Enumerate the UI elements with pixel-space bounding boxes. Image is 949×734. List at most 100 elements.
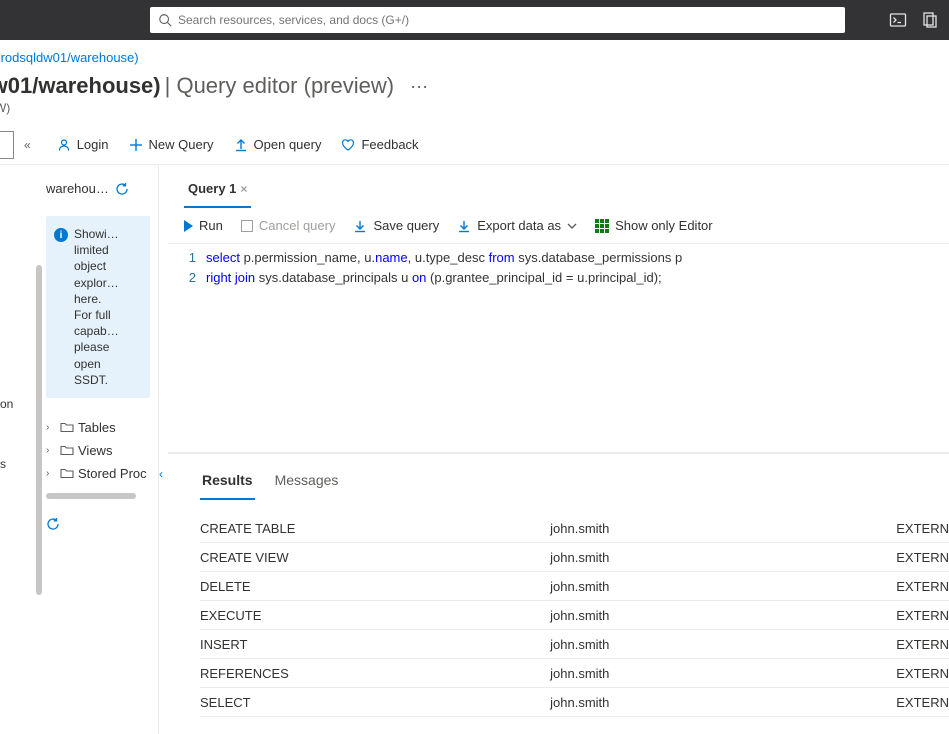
cloud-shell-icon[interactable] — [889, 11, 907, 29]
breadcrumb: house (prodsqldw01/warehouse) — [0, 40, 949, 69]
folder-icon — [60, 444, 74, 456]
cancel-icon — [241, 220, 253, 232]
editor-tabs: Query 1 × — [168, 165, 949, 208]
cell-permission: INSERT — [200, 637, 550, 652]
info-icon: i — [54, 228, 68, 242]
show-only-editor-button[interactable]: Show only Editor — [595, 218, 713, 233]
table-row[interactable]: CREATE TABLE john.smith EXTERN — [200, 514, 949, 543]
left-nav-stub — [0, 131, 14, 159]
cell-user: john.smith — [550, 666, 896, 681]
main-area: on s warehou… i Showi… limited object ex… — [0, 165, 949, 734]
cell-permission: DELETE — [200, 579, 550, 594]
cell-type: EXTERN — [896, 608, 949, 623]
command-bar: « Login New Query Open query — [0, 125, 949, 165]
cell-type: EXTERN — [896, 579, 949, 594]
table-row[interactable]: INSERT john.smith EXTERN — [200, 630, 949, 659]
refresh-bottom[interactable] — [46, 517, 150, 534]
page-title-row: rodsqldw01/warehouse) | Query editor (pr… — [0, 69, 949, 101]
notifications-icon[interactable] — [921, 11, 939, 29]
export-data-button[interactable]: Export data as — [457, 218, 577, 233]
database-name: warehou… — [46, 181, 109, 196]
cancel-label: Cancel query — [259, 218, 336, 233]
save-label: Save query — [373, 218, 439, 233]
chevron-right-icon: › — [46, 445, 56, 456]
new-query-button[interactable]: New Query — [119, 129, 224, 161]
collapse-left-icon[interactable]: « — [24, 138, 31, 152]
results-tabs: Results Messages — [168, 453, 949, 500]
results-grid: CREATE TABLE john.smith EXTERN CREATE VI… — [168, 500, 949, 717]
collapse-sidebar-handle[interactable]: ‹ — [158, 165, 168, 734]
refresh-icon[interactable] — [115, 182, 129, 196]
cell-permission: SELECT — [200, 695, 550, 710]
page-title-suffix: | Query editor (preview) — [165, 73, 394, 99]
info-card: i Showi… limited object explor… here. Fo… — [46, 216, 150, 398]
tab-query1[interactable]: Query 1 × — [184, 175, 251, 208]
cell-user: john.smith — [550, 608, 896, 623]
login-label: Login — [77, 137, 109, 152]
heart-icon — [341, 138, 355, 152]
code-editor[interactable]: 1 2 select p.permission_name, u.name, u.… — [168, 243, 949, 453]
search-icon — [158, 13, 172, 27]
cell-type: EXTERN — [896, 695, 949, 710]
code-content[interactable]: select p.permission_name, u.name, u.type… — [206, 248, 949, 452]
left-nav-text: s — [0, 457, 13, 471]
more-actions-icon[interactable]: ··· — [410, 76, 428, 97]
cell-user: john.smith — [550, 550, 896, 565]
open-query-label: Open query — [254, 137, 322, 152]
cell-type: EXTERN — [896, 637, 949, 652]
tab-results[interactable]: Results — [200, 466, 255, 500]
page-title: rodsqldw01/warehouse) — [0, 73, 161, 99]
chevron-right-icon: › — [46, 422, 56, 433]
tree-stored-procedures[interactable]: › Stored Proc — [46, 462, 150, 485]
download-icon — [457, 219, 471, 233]
login-button[interactable]: Login — [47, 129, 119, 161]
table-row[interactable]: EXECUTE john.smith EXTERN — [200, 601, 949, 630]
search-input[interactable] — [178, 13, 837, 27]
tab-messages[interactable]: Messages — [273, 466, 341, 500]
upload-icon — [234, 138, 248, 152]
table-row[interactable]: SELECT john.smith EXTERN — [200, 688, 949, 717]
cell-user: john.smith — [550, 579, 896, 594]
page-subtitle: y SQL DW) — [0, 101, 949, 125]
cell-type: EXTERN — [896, 666, 949, 681]
info-text: Showi… limited object explor… here. For … — [74, 226, 119, 388]
run-label: Run — [199, 218, 223, 233]
cell-user: john.smith — [550, 521, 896, 536]
open-query-button[interactable]: Open query — [224, 129, 332, 161]
left-nav-text: on — [0, 397, 13, 411]
table-row[interactable]: DELETE john.smith EXTERN — [200, 572, 949, 601]
cell-permission: REFERENCES — [200, 666, 550, 681]
close-icon[interactable]: × — [240, 182, 247, 196]
cell-user: john.smith — [550, 637, 896, 652]
table-row[interactable]: REFERENCES john.smith EXTERN — [200, 659, 949, 688]
chevron-down-icon — [567, 221, 577, 231]
topbar — [0, 0, 949, 40]
cell-permission: CREATE TABLE — [200, 521, 550, 536]
cell-permission: CREATE VIEW — [200, 550, 550, 565]
folder-icon — [60, 421, 74, 433]
play-icon — [184, 220, 193, 232]
feedback-button[interactable]: Feedback — [331, 129, 428, 161]
cell-type: EXTERN — [896, 521, 949, 536]
left-nav-fragment: on s — [0, 397, 13, 471]
cancel-query-button[interactable]: Cancel query — [241, 218, 336, 233]
tree-label: Views — [78, 443, 112, 458]
save-query-button[interactable]: Save query — [353, 218, 439, 233]
tree-tables[interactable]: › Tables — [46, 416, 150, 439]
global-search[interactable] — [150, 7, 845, 33]
tree-views[interactable]: › Views — [46, 439, 150, 462]
scrollbar-stub[interactable] — [36, 265, 42, 595]
download-icon — [353, 219, 367, 233]
show-editor-label: Show only Editor — [615, 218, 713, 233]
cell-type: EXTERN — [896, 550, 949, 565]
chevron-right-icon: › — [46, 468, 56, 479]
tab-label: Query 1 — [188, 181, 236, 196]
breadcrumb-link[interactable]: house (prodsqldw01/warehouse) — [0, 50, 139, 65]
user-icon — [57, 138, 71, 152]
run-button[interactable]: Run — [184, 218, 223, 233]
plus-icon — [129, 138, 143, 152]
table-row[interactable]: CREATE VIEW john.smith EXTERN — [200, 543, 949, 572]
horizontal-scrollbar-stub[interactable] — [46, 493, 136, 499]
export-label: Export data as — [477, 218, 561, 233]
folder-icon — [60, 467, 74, 479]
